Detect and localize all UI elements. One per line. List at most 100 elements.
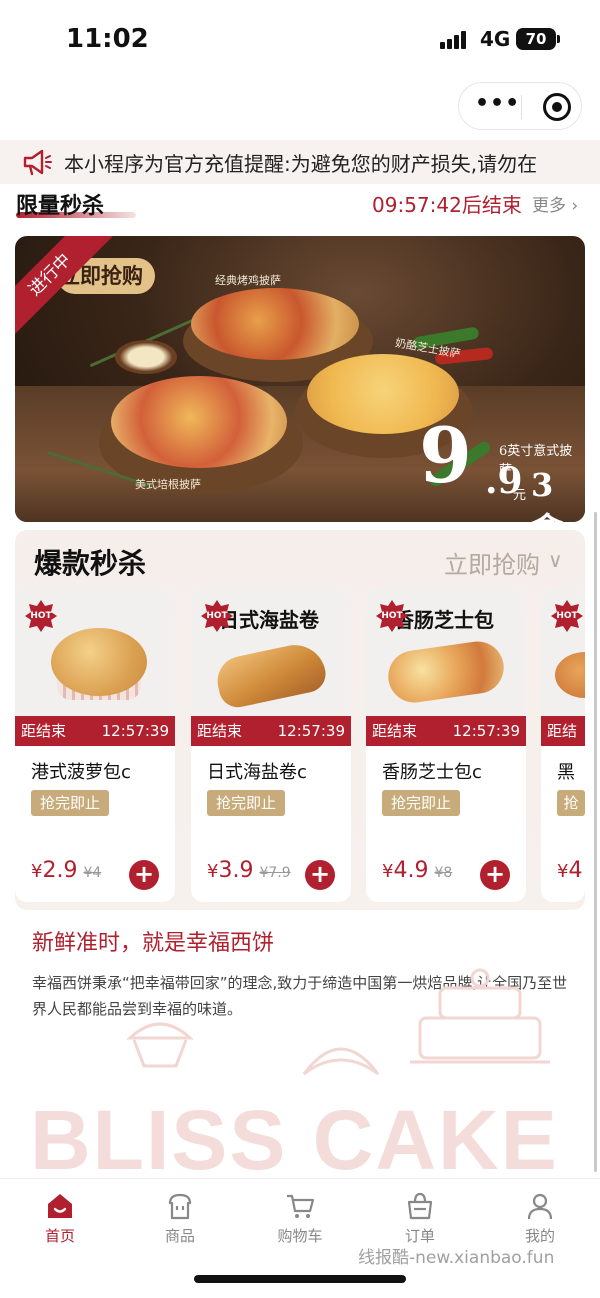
signal-icon xyxy=(440,31,470,49)
limited-stock-tag: 抢完即止 xyxy=(31,790,109,816)
bread-icon xyxy=(168,1193,192,1220)
cart-icon xyxy=(287,1194,315,1218)
product-price: ¥2.9 ¥4 xyxy=(31,858,101,883)
flash-sale-countdown: 09:57:42后结束 xyxy=(372,193,522,217)
product-card[interactable]: 日式海盐卷 HOT 距结束 12:57:39 日式海盐卷c 抢完即止 ¥3.9 ¥… xyxy=(191,588,351,902)
hot-sale-title: 爆款秒杀 xyxy=(34,547,147,580)
original-price: ¥7.9 xyxy=(259,865,291,881)
ellipsis-icon[interactable]: ••• xyxy=(475,93,519,117)
target-circle-icon[interactable] xyxy=(543,93,571,121)
hot-badge: HOT xyxy=(551,600,583,632)
watermark-text: 线报酷-new.xianbao.fun xyxy=(358,1248,555,1268)
flash-sale-title: 限量秒杀 xyxy=(16,194,105,219)
hot-badge: HOT xyxy=(376,600,408,632)
double-chevron-down-icon: ∨ xyxy=(548,548,563,572)
add-to-cart-button[interactable]: + xyxy=(480,860,510,890)
product-image: 香肠芝士包 HOT xyxy=(366,588,526,716)
notice-text: 本小程序为官方充值提醒:为避免您的财产损失,请勿在 xyxy=(64,152,538,176)
tab-label: 购物车 xyxy=(277,1227,323,1245)
product-image: HOT xyxy=(541,588,585,716)
croissant-icon xyxy=(302,1047,380,1076)
countdown-time: 12:57:39 xyxy=(277,722,345,740)
tab-cart[interactable]: 购物车 xyxy=(260,1191,340,1255)
original-price: ¥8 xyxy=(434,865,453,881)
countdown-time: 12:57:39 xyxy=(101,722,169,740)
countdown-time: 12:57:39 xyxy=(452,722,520,740)
product-name: 香肠芝士包c xyxy=(382,762,482,783)
limited-stock-tag: 抢 xyxy=(557,790,585,816)
cheese-bowl xyxy=(115,340,177,374)
hot-badge-label: HOT xyxy=(30,611,52,621)
product-image-title: 日式海盐卷 xyxy=(219,608,319,632)
pizza-chicken xyxy=(191,288,359,360)
limited-stock-tag: 抢完即止 xyxy=(207,790,285,816)
price-value: 4 xyxy=(568,858,583,883)
bread-item xyxy=(555,652,585,698)
countdown-bar: 距结束 xyxy=(541,716,585,770)
limited-stock-tag: 抢完即止 xyxy=(382,790,460,816)
product-price: ¥4.9 ¥8 xyxy=(382,858,452,883)
flash-sale-more-link[interactable]: 更多 › xyxy=(532,191,578,216)
product-card[interactable]: HOT 距结束 黑 抢 ¥4 xyxy=(541,588,585,902)
product-image-title: 香肠芝士包 xyxy=(394,608,494,632)
pizza-label: 美式培根披萨 xyxy=(135,478,201,491)
banner-price-unit: 元 xyxy=(513,488,527,503)
currency-symbol: ¥ xyxy=(382,861,394,882)
tab-home[interactable]: 首页 xyxy=(20,1191,100,1255)
hot-sale-more-link[interactable]: 立即抢购 xyxy=(444,545,540,580)
sausage-cheese-bun xyxy=(384,638,508,706)
product-price: ¥3.9 ¥7.9 xyxy=(207,858,291,883)
product-name: 港式菠萝包c xyxy=(31,762,131,783)
banner-price-integer: 9 xyxy=(419,411,472,500)
currency-symbol: ¥ xyxy=(557,861,569,882)
pineapple-bun xyxy=(51,628,147,696)
add-to-cart-button[interactable]: + xyxy=(129,860,159,890)
order-bag-icon xyxy=(407,1192,433,1220)
hot-badge-label: HOT xyxy=(556,611,578,621)
product-price: ¥4 xyxy=(557,858,582,883)
price-value: 4.9 xyxy=(393,858,429,883)
price-value: 3.9 xyxy=(218,858,254,883)
brand-wordmark: BLISS CAKE xyxy=(30,1093,559,1187)
flash-sale-banner[interactable]: 经典烤鸡披萨 奶酪芝士披萨 美式培根披萨 立即抢购 进行中 6英寸意式披萨 9 … xyxy=(15,236,585,522)
hot-badge: HOT xyxy=(25,600,57,632)
currency-symbol: ¥ xyxy=(31,861,43,882)
home-icon xyxy=(48,1194,72,1218)
product-image: HOT xyxy=(15,588,175,716)
network-type: 4G xyxy=(480,27,511,51)
banner-price-count: 3盒 xyxy=(531,466,563,522)
cupcake-icon xyxy=(126,1022,194,1068)
countdown-bar: 距结束 12:57:39 xyxy=(366,716,526,746)
battery-level: 70 xyxy=(525,30,547,48)
currency-symbol: ¥ xyxy=(207,861,219,882)
notice-bar[interactable]: 本小程序为官方充值提醒:为避免您的财产损失,请勿在 xyxy=(0,140,600,184)
original-price: ¥4 xyxy=(83,865,102,881)
hot-badge: HOT xyxy=(201,600,233,632)
countdown-label: 距结束 xyxy=(372,722,418,740)
user-icon xyxy=(527,1193,553,1220)
more-label: 更多 xyxy=(532,196,566,216)
tab-products[interactable]: 商品 xyxy=(140,1191,220,1255)
product-card[interactable]: HOT 距结束 12:57:39 港式菠萝包c 抢完即止 ¥2.9 ¥4 + xyxy=(15,588,175,902)
countdown-bar: 距结束 12:57:39 xyxy=(15,716,175,746)
countdown-label: 距结束 xyxy=(21,722,67,740)
battery-icon: 70 xyxy=(516,28,560,50)
megaphone-icon xyxy=(23,149,52,176)
product-card[interactable]: 香肠芝士包 HOT 距结束 12:57:39 香肠芝士包c 抢完即止 ¥4.9 ¥… xyxy=(366,588,526,902)
product-image: 日式海盐卷 HOT xyxy=(191,588,351,716)
status-bar: 11:02 4G 70 xyxy=(0,0,600,80)
product-name: 黑 xyxy=(557,762,575,783)
capsule-divider xyxy=(521,95,522,119)
tab-label: 首页 xyxy=(44,1227,75,1245)
tab-label: 商品 xyxy=(164,1227,195,1245)
countdown-label: 距结束 xyxy=(197,722,243,740)
pizza-label: 经典烤鸡披萨 xyxy=(215,274,281,287)
brand-slogan: 新鲜准时，就是幸福西饼 xyxy=(32,931,275,956)
home-indicator xyxy=(194,1275,406,1283)
hot-badge-label: HOT xyxy=(206,611,228,621)
hot-badge-label: HOT xyxy=(381,611,403,621)
pizza-bacon xyxy=(111,376,287,468)
status-time: 11:02 xyxy=(66,24,149,54)
scrollbar[interactable] xyxy=(594,512,597,1172)
add-to-cart-button[interactable]: + xyxy=(305,860,335,890)
